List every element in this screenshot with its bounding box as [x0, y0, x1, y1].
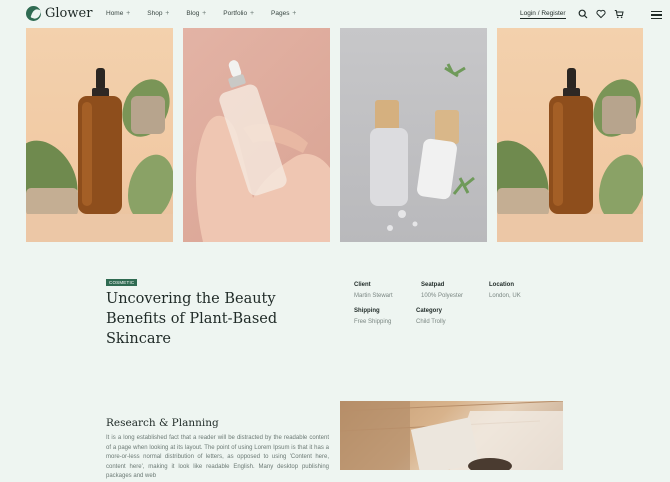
plus-icon: + [165, 10, 170, 17]
meta-key: Client [354, 282, 371, 288]
login-register-link[interactable]: Login / Register [520, 10, 566, 19]
nav-item-portfolio[interactable]: Portfolio + [223, 10, 254, 17]
meta-key: Seatpad [421, 282, 445, 288]
research-image [340, 401, 563, 470]
gallery-image-frosted-bottles[interactable] [340, 28, 487, 242]
meta-key: Category [416, 308, 443, 314]
nav-label: Pages [271, 10, 290, 17]
nav-item-blog[interactable]: Blog + [186, 10, 206, 17]
meta-value[interactable]: Child Trolly [416, 319, 446, 325]
gallery-image-hand-bottle[interactable] [183, 28, 330, 242]
project-gallery [0, 28, 670, 242]
nav-item-pages[interactable]: Pages + [271, 10, 296, 17]
leaf-logo-icon [26, 6, 41, 21]
meta-seatpad: Seatpad 100% Polyester [421, 282, 463, 299]
search-icon[interactable] [578, 9, 588, 19]
menu-icon[interactable] [651, 11, 662, 20]
main-nav: Home + Shop + Blog + Portfolio + Pages + [106, 10, 313, 17]
nav-label: Blog [186, 10, 200, 17]
nav-label: Home [106, 10, 124, 17]
site-header: Glower Home + Shop + Blog + Portfolio + … [0, 0, 670, 28]
meta-key: Location [489, 282, 514, 288]
cart-icon[interactable] [614, 9, 624, 19]
gallery-image-amber-bottle[interactable] [26, 28, 173, 242]
heart-icon[interactable] [596, 9, 606, 19]
meta-value: London, UK [489, 293, 521, 299]
page-title: Uncovering the Beauty Benefits of Plant-… [106, 291, 278, 347]
meta-shipping: Shipping Free Shipping [354, 308, 391, 325]
plus-icon: + [202, 10, 207, 17]
nav-item-shop[interactable]: Shop + [147, 10, 169, 17]
nav-item-home[interactable]: Home + [106, 10, 130, 17]
nav-label: Shop [147, 10, 163, 17]
brand-logo[interactable]: Glower [26, 6, 92, 21]
brand-name: Glower [45, 6, 93, 21]
meta-value: Martin Stewart [354, 293, 393, 299]
plus-icon: + [249, 10, 255, 17]
category-badge[interactable]: COSMETIC [106, 279, 138, 286]
research-title: Research & Planning [106, 417, 219, 429]
meta-location: Location London, UK [489, 282, 521, 299]
meta-value: Free Shipping [354, 319, 392, 325]
plus-icon: + [292, 10, 297, 17]
meta-category: Category Child Trolly [416, 308, 446, 325]
nav-label: Portfolio [223, 10, 248, 17]
research-text: It is a long established fact that a rea… [106, 435, 329, 479]
meta-key: Shipping [354, 308, 380, 314]
plus-icon: + [126, 10, 131, 17]
gallery-image-amber-bottle-2[interactable] [497, 28, 643, 242]
meta-value: 100% Polyester [421, 293, 464, 299]
meta-client: Client Martin Stewart [354, 282, 393, 299]
